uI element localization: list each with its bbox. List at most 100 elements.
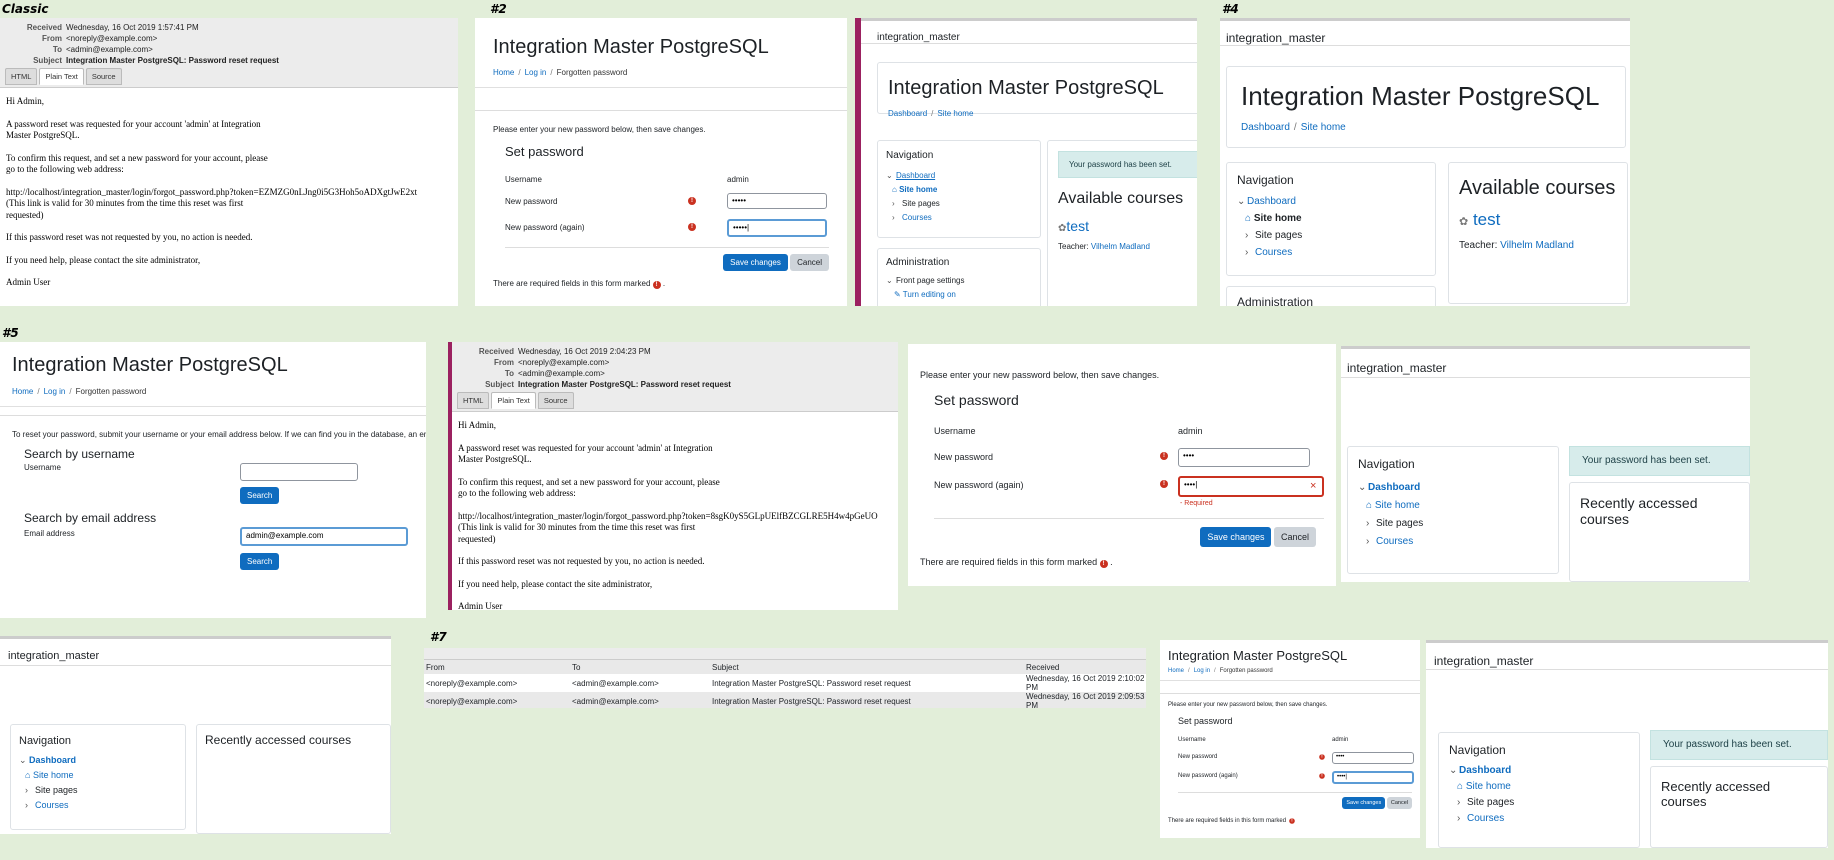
tab-source[interactable]: Source: [537, 392, 574, 409]
breadcrumb-home[interactable]: Home: [1168, 668, 1184, 674]
tab-plain-text[interactable]: Plain Text: [491, 392, 536, 409]
nav-courses[interactable]: Courses: [902, 213, 932, 222]
nav-site-pages[interactable]: Site pages: [1255, 230, 1302, 241]
username-label: Username: [24, 463, 61, 472]
breadcrumb-site-home[interactable]: Site home: [937, 109, 973, 118]
username-value: admin: [1332, 737, 1349, 743]
tab-html[interactable]: HTML: [5, 68, 38, 85]
new-password-again-input[interactable]: ••••|: [1332, 771, 1414, 784]
site-navbar[interactable]: integration_master: [1426, 640, 1828, 670]
new-password-input[interactable]: •••••: [727, 193, 827, 209]
chevron-right-icon: ›: [892, 199, 895, 208]
site-navbar[interactable]: integration_master: [1220, 18, 1630, 46]
nav-site-pages[interactable]: Site pages: [902, 199, 940, 208]
new-password-label: New password: [505, 197, 558, 206]
cancel-button[interactable]: Cancel: [790, 254, 829, 271]
nav-dashboard[interactable]: Dashboard: [1247, 196, 1296, 207]
chevron-down-icon: ⌄: [886, 171, 893, 180]
turn-editing-on-link[interactable]: Turn editing on: [903, 290, 956, 299]
nav-site-pages[interactable]: Site pages: [1467, 797, 1514, 808]
email-greeting: Hi Admin,: [458, 420, 497, 430]
front-page-settings[interactable]: Front page settings: [896, 276, 964, 285]
new-password-input[interactable]: ••••: [1332, 752, 1414, 764]
chevron-right-icon: ›: [1245, 247, 1249, 258]
cancel-button[interactable]: Cancel: [1273, 527, 1316, 547]
site-navbar[interactable]: integration_master: [861, 18, 1197, 44]
course-icon: ✿: [1459, 216, 1469, 228]
nav-site-home[interactable]: Site home: [1375, 500, 1420, 511]
required-icon: !: [652, 281, 661, 289]
tab-plain-text[interactable]: Plain Text: [39, 68, 84, 85]
search-username-button[interactable]: Search: [240, 487, 280, 504]
save-changes-button[interactable]: Save changes: [723, 254, 788, 271]
nav-site-pages[interactable]: Site pages: [1376, 518, 1423, 529]
nav-site-home[interactable]: Site home: [33, 770, 74, 780]
nav-dashboard[interactable]: Dashboard: [1459, 765, 1511, 776]
home-icon: ⌂: [1245, 213, 1252, 224]
chevron-right-icon: ›: [1457, 797, 1461, 808]
breadcrumb-home[interactable]: Home: [493, 68, 514, 77]
nav-site-home[interactable]: Site home: [899, 185, 937, 194]
cancel-button[interactable]: Cancel: [1386, 797, 1412, 809]
chevron-right-icon: ›: [892, 213, 895, 222]
invalid-x-icon: ×: [1310, 480, 1317, 492]
email-label: Email address: [24, 529, 75, 538]
breadcrumb-dashboard[interactable]: Dashboard: [1241, 122, 1290, 133]
subject-key: Subject: [485, 380, 514, 389]
received-value: Wednesday, 16 Oct 2019 1:57:41 PM: [66, 23, 199, 32]
required-note: There are required fields in this form m…: [1168, 818, 1287, 824]
received-key: Received: [26, 23, 62, 32]
site-navbar[interactable]: integration_master: [1341, 346, 1750, 378]
column-received[interactable]: Received: [1026, 660, 1146, 674]
breadcrumb-site-home[interactable]: Site home: [1301, 122, 1346, 133]
email-reset-link[interactable]: http://localhost/integration_master/logi…: [6, 187, 452, 222]
course-link[interactable]: test: [1066, 218, 1089, 234]
breadcrumb-login[interactable]: Log in: [525, 68, 547, 77]
nav-courses[interactable]: Courses: [1376, 536, 1413, 547]
save-changes-button[interactable]: Save changes: [1200, 527, 1272, 547]
available-courses-heading: Available courses: [1459, 177, 1616, 199]
nav-courses[interactable]: Courses: [1467, 813, 1504, 824]
new-password-again-input[interactable]: ••••|: [1178, 476, 1324, 497]
email-reset-link[interactable]: http://localhost/integration_master/logi…: [458, 511, 892, 546]
nav-courses[interactable]: Courses: [35, 800, 69, 810]
navigation-block: Navigation ⌄ Dashboard ⌂ Site home › Site …: [1347, 446, 1559, 574]
email-input[interactable]: admin@example.com: [240, 527, 408, 546]
breadcrumb-dashboard[interactable]: Dashboard: [888, 109, 927, 118]
nav-dashboard[interactable]: Dashboard: [29, 755, 76, 765]
table-row[interactable]: <noreply@example.com> <admin@example.com…: [424, 674, 1146, 692]
teacher-link[interactable]: Vilhelm Madland: [1500, 240, 1574, 251]
column-from[interactable]: From: [424, 660, 572, 674]
site-navbar[interactable]: integration_master: [0, 636, 391, 666]
tab-html[interactable]: HTML: [457, 392, 490, 409]
required-icon: !: [688, 197, 696, 205]
nav-dashboard[interactable]: Dashboard: [896, 171, 935, 180]
recent-courses-heading: Recently accessed courses: [196, 724, 391, 834]
column-to[interactable]: To: [572, 660, 712, 674]
nav-site-home[interactable]: Site home: [1254, 213, 1302, 224]
label-7: #7: [430, 630, 447, 644]
username-input[interactable]: [240, 463, 358, 481]
new-password-again-input[interactable]: •••••|: [727, 219, 827, 237]
required-icon: !: [1319, 754, 1325, 760]
teacher-link[interactable]: Vilhelm Madland: [1091, 242, 1150, 251]
nav-site-pages[interactable]: Site pages: [35, 785, 78, 795]
save-changes-button[interactable]: Save changes: [1342, 797, 1386, 809]
course-link[interactable]: test: [1473, 210, 1500, 229]
administration-heading: Administration: [886, 257, 950, 268]
nav-dashboard[interactable]: Dashboard: [1368, 482, 1420, 493]
nav-courses[interactable]: Courses: [1255, 247, 1292, 258]
available-courses-heading: Available courses: [1058, 190, 1184, 207]
nav-site-home[interactable]: Site home: [1466, 781, 1511, 792]
to-key: To: [504, 369, 514, 378]
tab-source[interactable]: Source: [85, 68, 122, 85]
breadcrumb-login[interactable]: Log in: [44, 387, 66, 396]
new-password-input[interactable]: ••••: [1178, 448, 1310, 467]
chevron-right-icon: ›: [1245, 230, 1249, 241]
breadcrumb-home[interactable]: Home: [12, 387, 33, 396]
search-email-button[interactable]: Search: [240, 553, 280, 570]
column-subject[interactable]: Subject: [712, 660, 1026, 674]
table-row[interactable]: <noreply@example.com> <admin@example.com…: [424, 692, 1146, 708]
home-icon: ⌂: [892, 185, 897, 194]
breadcrumb-login[interactable]: Log in: [1194, 668, 1210, 674]
